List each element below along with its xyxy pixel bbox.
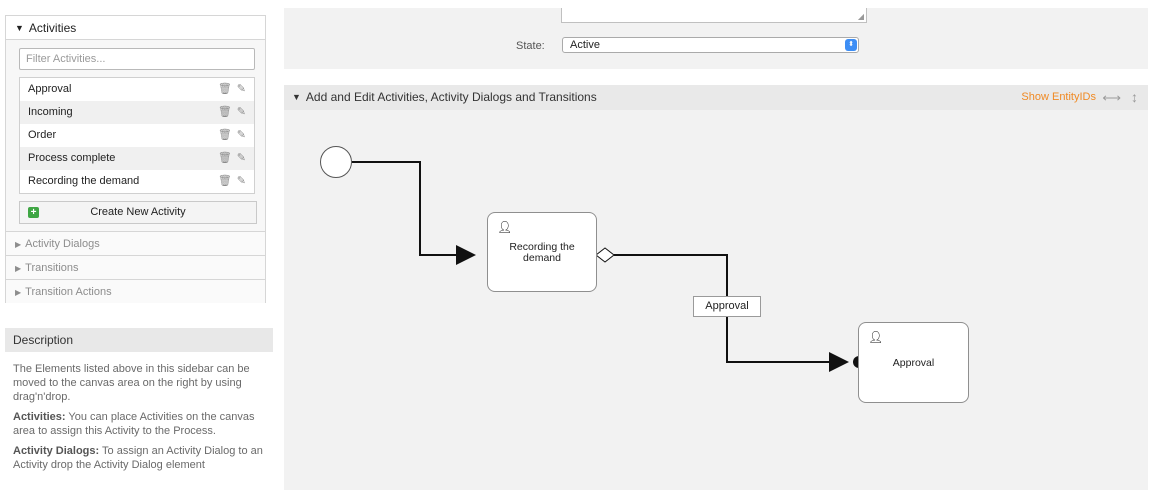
description-dialogs: Activity Dialogs: To assign an Activity …: [13, 444, 265, 472]
description-body: The Elements listed above in this sideba…: [5, 352, 273, 472]
activity-label: Approval: [28, 83, 72, 95]
list-item[interactable]: Process complete 🗑︎ ✎: [20, 147, 254, 170]
triangle-right-icon: ▶: [15, 264, 22, 273]
start-event[interactable]: [320, 146, 352, 178]
state-label: State:: [516, 40, 545, 52]
activity-node-approval[interactable]: 👤︎ Approval: [858, 322, 969, 403]
section-activity-dialogs[interactable]: ▶ Activity Dialogs: [6, 231, 265, 255]
triangle-down-icon: ▼: [15, 23, 24, 33]
trash-icon[interactable]: 🗑︎: [218, 129, 232, 141]
create-new-activity-button[interactable]: + Create New Activity: [19, 201, 257, 224]
description-activities: Activities: You can place Activities on …: [13, 410, 265, 438]
process-form: ◢ State: Active ⬍: [284, 8, 1148, 69]
edit-icon[interactable]: ✎: [237, 129, 246, 141]
description-textarea[interactable]: ◢: [561, 8, 867, 23]
activity-label: Order: [28, 129, 57, 141]
description-title: Description: [5, 328, 273, 352]
show-entityids-link[interactable]: Show EntityIDs: [1021, 85, 1096, 110]
list-item[interactable]: Approval 🗑︎ ✎: [20, 78, 254, 101]
activities-title: Activities: [28, 21, 77, 35]
state-value: Active: [570, 39, 600, 51]
filter-activities-input[interactable]: [19, 48, 255, 70]
trash-icon[interactable]: 🗑︎: [218, 175, 232, 187]
canvas-panel-title: Add and Edit Activities, Activity Dialog…: [305, 90, 597, 104]
trash-icon[interactable]: 🗑︎: [218, 152, 232, 164]
resize-vertical-icon[interactable]: ↕: [1131, 85, 1138, 110]
resize-grip-icon[interactable]: ◢: [858, 12, 864, 21]
triangle-down-icon: ▼: [292, 92, 301, 102]
activities-widget: ▼ Activities Approval 🗑︎ ✎ Incoming 🗑︎ ✎ Or…: [5, 15, 266, 303]
node-label: Approval: [892, 357, 935, 369]
list-item[interactable]: Order 🗑︎ ✎: [20, 124, 254, 147]
plus-icon: +: [28, 207, 39, 218]
description-intro: The Elements listed above in this sideba…: [13, 363, 250, 403]
main-area: ◢ State: Active ⬍ ▼ Add and Edit Activiti…: [284, 0, 1157, 490]
sidebar: ▼ Activities Approval 🗑︎ ✎ Incoming 🗑︎ ✎ Or…: [0, 0, 273, 490]
activity-list: Approval 🗑︎ ✎ Incoming 🗑︎ ✎ Order 🗑︎ ✎ Proc…: [19, 77, 255, 194]
create-activity-label: Create New Activity: [90, 206, 186, 218]
edit-icon[interactable]: ✎: [237, 83, 246, 95]
activity-node-recording[interactable]: 👤︎ Recording the demand: [487, 212, 597, 292]
connection-source-diamond-icon: [595, 247, 615, 263]
activities-header[interactable]: ▼ Activities: [6, 16, 265, 40]
list-item[interactable]: Recording the demand 🗑︎ ✎: [20, 170, 254, 193]
dialogs-term: Activity Dialogs:: [13, 445, 100, 457]
activity-label: Process complete: [28, 152, 116, 164]
activities-term: Activities:: [13, 411, 66, 423]
state-select[interactable]: Active ⬍: [562, 37, 859, 53]
resize-horizontal-icon[interactable]: ⟷: [1102, 85, 1121, 110]
node-label: Recording the demand: [509, 241, 575, 264]
edit-icon[interactable]: ✎: [237, 152, 246, 164]
edit-icon[interactable]: ✎: [237, 106, 246, 118]
arrow-head-icon: [829, 352, 849, 372]
activity-label: Recording the demand: [28, 175, 140, 187]
transition-label[interactable]: Approval: [693, 296, 761, 317]
section-label: Activity Dialogs: [25, 238, 100, 250]
triangle-right-icon: ▶: [15, 288, 22, 297]
section-label: Transition Actions: [25, 286, 112, 298]
list-item[interactable]: Incoming 🗑︎ ✎: [20, 101, 254, 124]
connection-start-to-recording: [352, 161, 474, 256]
section-transition-actions[interactable]: ▶ Transition Actions: [6, 279, 265, 303]
triangle-right-icon: ▶: [15, 240, 22, 249]
description-widget: Description The Elements listed above in…: [5, 328, 273, 478]
trash-icon[interactable]: 🗑︎: [218, 106, 232, 118]
canvas-panel-header[interactable]: ▼ Add and Edit Activities, Activity Dialo…: [284, 85, 1148, 110]
arrow-head-icon: [456, 245, 476, 265]
process-canvas[interactable]: 👤︎ Recording the demand 👤︎ Approval Appr…: [284, 110, 1148, 490]
trash-icon[interactable]: 🗑︎: [218, 83, 232, 95]
section-label: Transitions: [25, 262, 79, 274]
section-transitions[interactable]: ▶ Transitions: [6, 255, 265, 279]
edit-icon[interactable]: ✎: [237, 175, 246, 187]
user-icon: 👤︎: [497, 220, 513, 234]
activity-label: Incoming: [28, 106, 73, 118]
user-icon: 👤︎: [868, 330, 884, 344]
select-arrows-icon: ⬍: [845, 39, 857, 51]
